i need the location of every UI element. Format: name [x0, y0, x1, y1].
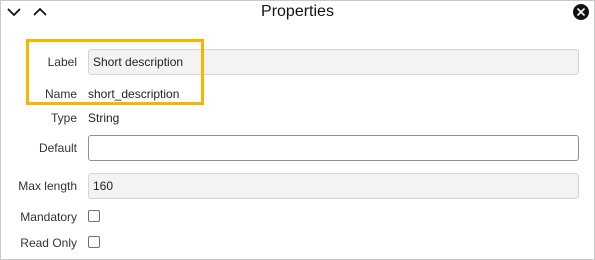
label-field[interactable]: Short description [88, 49, 579, 75]
name-caption: Name [44, 87, 77, 101]
read-only-caption: Read Only [20, 236, 77, 250]
max-length-field[interactable]: 160 [88, 173, 579, 199]
type-value: String [88, 111, 120, 125]
type-caption: Type [50, 111, 77, 125]
mandatory-checkbox[interactable] [88, 210, 100, 222]
mandatory-caption: Mandatory [20, 210, 77, 224]
max-length-caption: Max length [18, 179, 77, 193]
close-icon [577, 8, 585, 16]
label-caption: Label [47, 55, 77, 69]
title-bar: Properties [1, 1, 594, 23]
default-input[interactable] [88, 135, 579, 161]
properties-panel: Properties Label Short description Name … [0, 0, 595, 260]
close-button[interactable] [573, 4, 589, 20]
name-value: short_description [88, 87, 180, 101]
panel-title: Properties [261, 3, 334, 20]
default-caption: Default [38, 141, 77, 155]
read-only-checkbox[interactable] [88, 236, 100, 248]
